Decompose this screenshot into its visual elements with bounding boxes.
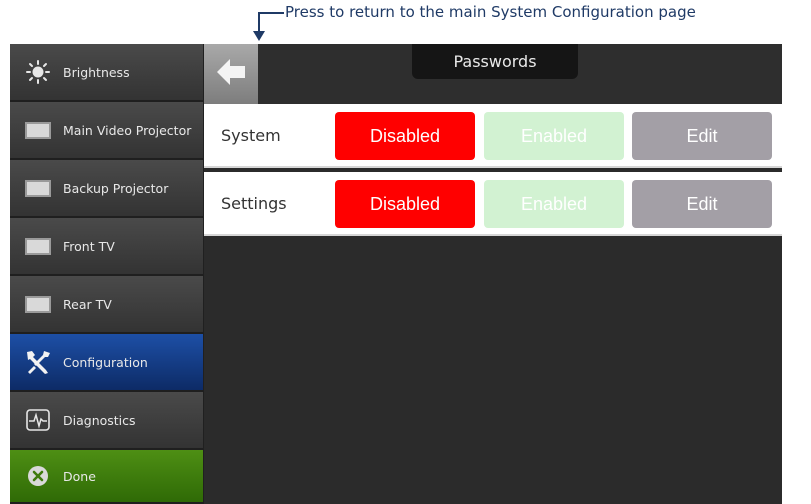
sidebar-item-label: Main Video Projector <box>63 122 192 138</box>
sidebar-item-label: Front TV <box>63 238 115 254</box>
sidebar-item-label: Rear TV <box>63 296 112 312</box>
password-row-settings: Settings Disabled Enabled Edit <box>204 172 782 236</box>
wrench-screwdriver-icon <box>23 350 53 374</box>
system-disabled-button[interactable]: Disabled <box>335 112 475 160</box>
close-circle-icon <box>23 464 53 488</box>
sidebar-item-front-tv[interactable]: Front TV <box>10 218 204 276</box>
row-label: System <box>221 126 281 145</box>
sidebar-item-label: Backup Projector <box>63 180 169 196</box>
waveform-icon <box>23 408 53 432</box>
settings-enabled-button[interactable]: Enabled <box>484 180 624 228</box>
display-icon <box>23 176 53 200</box>
annotation-leader-line <box>259 12 284 14</box>
display-icon <box>23 234 53 258</box>
sidebar-item-rear-tv[interactable]: Rear TV <box>10 276 204 334</box>
page-title: Passwords <box>412 44 578 79</box>
touch-panel-screen: Brightness Main Video Projector Backup P… <box>10 44 782 504</box>
annotation-arrow-icon <box>253 31 265 41</box>
back-arrow-icon <box>214 55 248 93</box>
sidebar-item-configuration[interactable]: Configuration <box>10 334 204 392</box>
sidebar-item-brightness[interactable]: Brightness <box>10 44 204 102</box>
system-edit-button[interactable]: Edit <box>632 112 772 160</box>
system-enabled-button[interactable]: Enabled <box>484 112 624 160</box>
sidebar-item-backup-projector[interactable]: Backup Projector <box>10 160 204 218</box>
password-row-system: System Disabled Enabled Edit <box>204 104 782 168</box>
settings-disabled-button[interactable]: Disabled <box>335 180 475 228</box>
sidebar-item-label: Diagnostics <box>63 412 136 428</box>
sidebar-item-label: Done <box>63 468 96 484</box>
row-label: Settings <box>221 194 287 213</box>
sidebar-item-done[interactable]: Done <box>10 450 204 504</box>
annotation-callout: Press to return to the main System Confi… <box>285 3 696 21</box>
display-icon <box>23 118 53 142</box>
display-icon <box>23 292 53 316</box>
sidebar-item-label: Configuration <box>63 354 148 370</box>
back-button[interactable] <box>204 44 258 104</box>
settings-edit-button[interactable]: Edit <box>632 180 772 228</box>
sidebar-item-label: Brightness <box>63 64 130 80</box>
annotation-leader-line-vertical <box>258 12 260 32</box>
sidebar-item-diagnostics[interactable]: Diagnostics <box>10 392 204 450</box>
sun-icon <box>23 60 53 84</box>
sidebar: Brightness Main Video Projector Backup P… <box>10 44 204 504</box>
sidebar-item-main-video-projector[interactable]: Main Video Projector <box>10 102 204 160</box>
